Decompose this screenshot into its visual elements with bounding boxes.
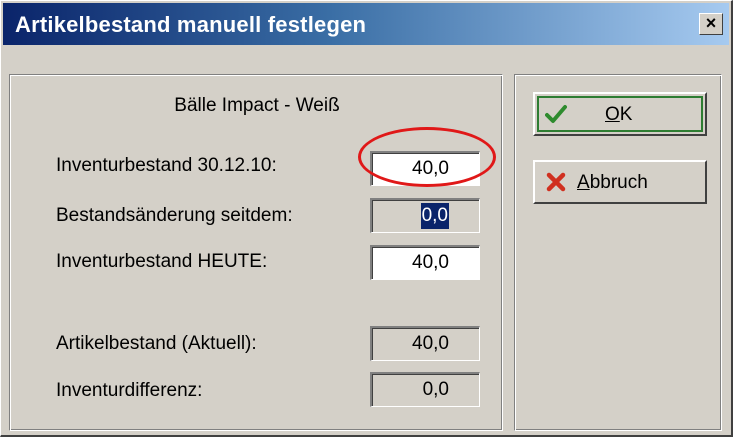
- action-group: OK Abbruch: [514, 74, 722, 431]
- checkmark-icon: [545, 105, 567, 123]
- cross-icon: [546, 172, 566, 192]
- inventory-group: Bälle Impact - Weiß Inventurbestand 30.1…: [9, 74, 503, 431]
- stock-change-label: Bestandsänderung seitdem:: [56, 205, 293, 226]
- ok-button[interactable]: OK: [533, 92, 707, 136]
- current-stock-field: 40,0: [370, 326, 480, 361]
- title-bar[interactable]: Artikelbestand manuell festlegen ×: [3, 3, 729, 45]
- current-stock-label: Artikelbestand (Aktuell):: [56, 333, 257, 354]
- dialog-window: Artikelbestand manuell festlegen × Bälle…: [0, 0, 733, 437]
- close-icon: ×: [705, 13, 717, 33]
- ok-button-label: OK: [605, 104, 633, 125]
- stock-change-field: 0,0: [370, 198, 480, 233]
- stock-change-value: 0,0: [420, 203, 449, 229]
- inventory-today-field[interactable]: 40,0: [370, 245, 480, 280]
- inventory-difference-field: 0,0: [370, 372, 480, 407]
- window-title: Artikelbestand manuell festlegen: [15, 12, 367, 37]
- article-heading: Bälle Impact - Weiß: [174, 95, 340, 116]
- inventory-date-label: Inventurbestand 30.12.10:: [56, 155, 277, 176]
- cancel-button[interactable]: Abbruch: [533, 160, 707, 204]
- close-button[interactable]: ×: [699, 13, 723, 35]
- cancel-button-label: Abbruch: [577, 172, 648, 193]
- inventory-difference-label: Inventurdifferenz:: [56, 380, 203, 401]
- inventory-date-field[interactable]: 40,0: [370, 151, 480, 186]
- inventory-today-label: Inventurbestand HEUTE:: [56, 251, 268, 272]
